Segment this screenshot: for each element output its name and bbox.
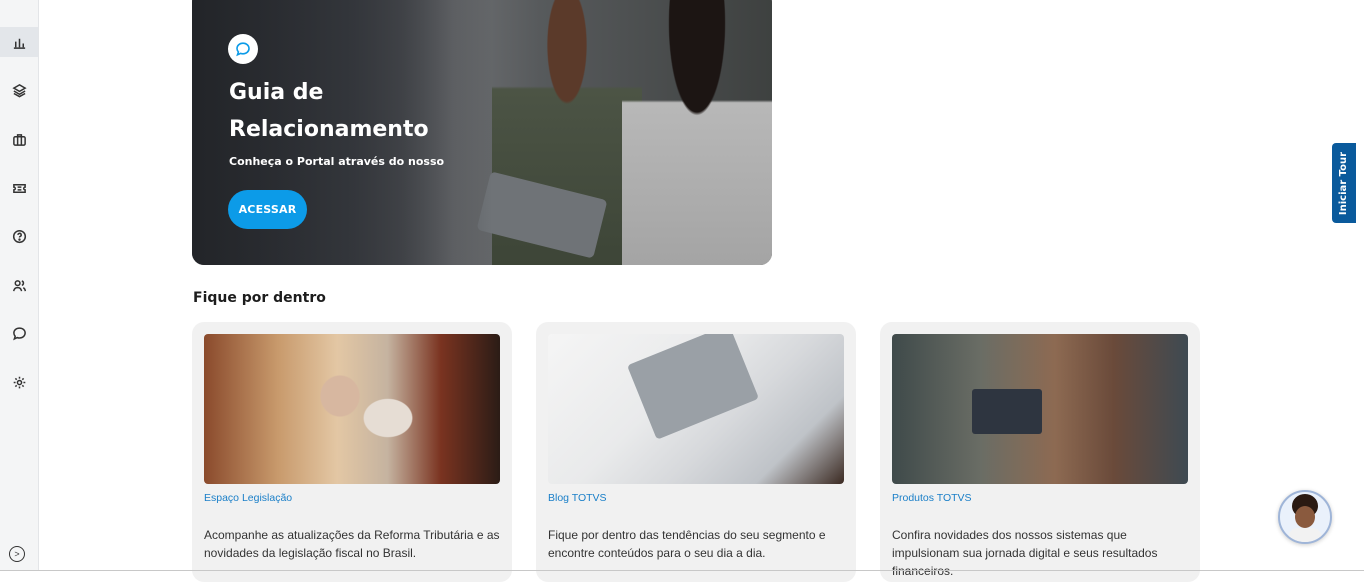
- layers-icon: [11, 83, 27, 97]
- hero-photo-woman: [622, 0, 772, 265]
- users-icon: [12, 279, 26, 291]
- chevron-right-icon: >: [14, 548, 20, 559]
- card-description: Confira novidades dos nossos sistemas qu…: [892, 528, 1158, 578]
- sidebar-item-ticket[interactable]: [0, 173, 38, 203]
- sidebar-collapse-button[interactable]: >: [9, 546, 25, 562]
- help-circle-icon: [12, 229, 26, 243]
- card-description: Fique por dentro das tendências do seu s…: [548, 528, 826, 560]
- card-tag-link[interactable]: Blog TOTVS: [548, 492, 607, 504]
- card-tag-link[interactable]: Produtos TOTVS: [892, 492, 972, 504]
- news-card-blog[interactable]: Blog TOTVS Fique por dentro das tendênci…: [536, 322, 856, 582]
- card-description: Acompanhe as atualizações da Reforma Tri…: [204, 528, 500, 560]
- news-card-legislacao[interactable]: Espaço Legislação Acompanhe as atualizaç…: [192, 322, 512, 582]
- dashboard-chart-icon: [13, 38, 25, 49]
- sidebar-item-briefcase[interactable]: [0, 124, 38, 154]
- sidebar-item-help[interactable]: [0, 221, 38, 251]
- hero-subtitle: Conheça o Portal através do nosso: [229, 155, 445, 168]
- hero-banner: Guia de Relacionamento Conheça o Portal …: [192, 0, 772, 265]
- sidebar-item-settings[interactable]: [0, 367, 38, 397]
- sidebar: >: [0, 0, 39, 571]
- chat-bubble-icon: [12, 326, 26, 340]
- settings-gear-icon: [13, 376, 25, 388]
- news-card-produtos[interactable]: Produtos TOTVS Confira novidades dos nos…: [880, 322, 1200, 582]
- sidebar-item-dashboard[interactable]: [0, 27, 38, 57]
- section-title: Fique por dentro: [193, 290, 326, 306]
- start-tour-button[interactable]: Iniciar Tour: [1332, 143, 1356, 223]
- card-image: [548, 334, 844, 484]
- chat-bubble-icon: [228, 34, 258, 64]
- ticket-icon: [12, 183, 26, 193]
- card-image: [204, 334, 500, 484]
- sidebar-item-layers[interactable]: [0, 75, 38, 105]
- card-tag-link[interactable]: Espaço Legislação: [204, 492, 292, 504]
- card-image: [892, 334, 1188, 484]
- sidebar-item-chat[interactable]: [0, 318, 38, 348]
- assistant-avatar[interactable]: [1278, 490, 1332, 544]
- sidebar-item-users[interactable]: [0, 270, 38, 300]
- briefcase-icon: [12, 133, 26, 146]
- hero-title: Guia de Relacionamento: [229, 80, 429, 142]
- hero-access-button[interactable]: ACESSAR: [228, 190, 307, 229]
- start-tour-label: Iniciar Tour: [1338, 151, 1350, 215]
